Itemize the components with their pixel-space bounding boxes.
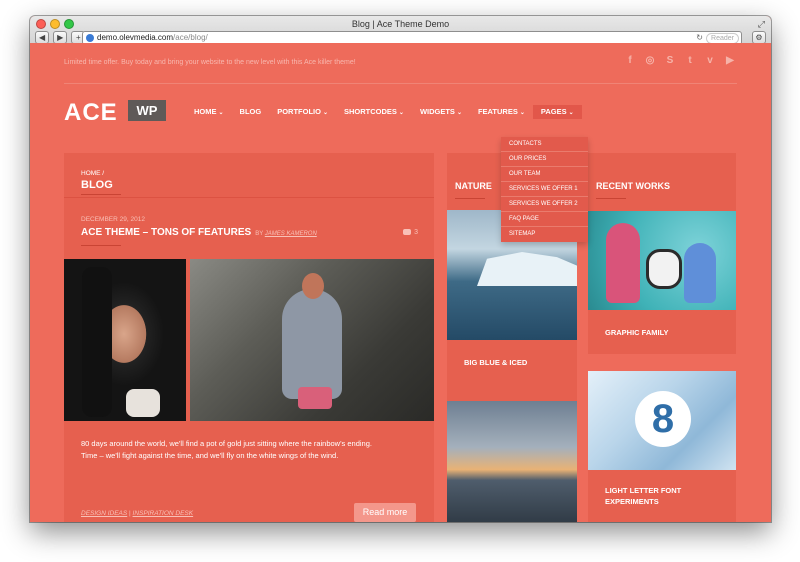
dropdown-item-services-we-offer-1[interactable]: SERVICES WE OFFER 1 xyxy=(501,182,588,197)
nature-caption[interactable]: BIG BLUE & ICED xyxy=(464,358,527,367)
promo-text: Limited time offer. Buy today and bring … xyxy=(64,59,356,66)
breadcrumb[interactable]: HOME / xyxy=(81,170,104,177)
nature-title-underline xyxy=(455,198,485,199)
post-title[interactable]: ACE THEME – TONS OF FEATURES BY JAMES KAM… xyxy=(81,227,317,238)
post-excerpt: 80 days around the world, we'll find a p… xyxy=(81,439,372,460)
dropdown-item-sitemap[interactable]: SITEMAP xyxy=(501,227,588,242)
site-logo[interactable]: ACE xyxy=(64,99,118,127)
page-title: BLOG xyxy=(81,179,113,191)
nature-image-sunset[interactable] xyxy=(447,401,577,522)
post-date: DECEMBER 29, 2012 xyxy=(81,216,145,223)
post-by-label: BY xyxy=(255,231,264,237)
title-underline xyxy=(81,194,121,195)
blog-column: HOME / BLOG DECEMBER 29, 2012 ACE THEME … xyxy=(64,153,434,522)
logo-badge[interactable]: WP xyxy=(128,100,166,121)
window-title: Blog | Ace Theme Demo xyxy=(351,19,450,29)
header-divider xyxy=(64,83,737,84)
recent-work-caption-box: GRAPHIC FAMILY xyxy=(588,310,736,354)
post-author-link[interactable]: JAMES KAMERON xyxy=(265,231,317,237)
nature-title: NATURE xyxy=(455,181,492,191)
menu-item-home[interactable]: HOME ⌄ xyxy=(186,105,232,119)
illustration-boy-shape xyxy=(684,243,716,303)
recent-work-caption-box: LIGHT LETTER FONT EXPERIMENTS xyxy=(588,470,736,522)
menu-item-label: WIDGETS xyxy=(419,107,455,116)
photo-figure-shape xyxy=(282,289,342,399)
dropdown-item-services-we-offer-2[interactable]: SERVICES WE OFFER 2 xyxy=(501,197,588,212)
recent-works-widget: RECENT WORKS GRAPHIC FAMILY 8 LIGHT LETT… xyxy=(588,153,736,522)
post-tags-line-1: DESIGN IDEAS | INSPIRATION DESK xyxy=(81,507,301,520)
menu-item-shortcodes[interactable]: SHORTCODES ⌄ xyxy=(336,105,412,119)
dropdown-item-our-prices[interactable]: OUR PRICES xyxy=(501,152,588,167)
skype-icon[interactable]: S xyxy=(665,55,675,66)
dropdown-item-contacts[interactable]: CONTACTS xyxy=(501,137,588,152)
main-menu: HOME ⌄ BLOG PORTFOLIO ⌄ SHORTCODES ⌄ WIDGETS ⌄ FE… xyxy=(186,105,582,119)
pages-dropdown: CONTACTS OUR PRICES OUR TEAM SERVICES WE OF… xyxy=(501,137,588,242)
social-links: f ◎ St v ▶ xyxy=(625,55,735,66)
title-divider xyxy=(64,197,434,198)
menu-item-label: PAGES xyxy=(540,107,567,116)
browser-window: Blog | Ace Theme Demo ⤢ ◀ ▶ + demo.olevm… xyxy=(30,16,771,522)
photo-head-shape xyxy=(302,273,324,299)
chevron-down-icon: ⌄ xyxy=(568,110,574,116)
twitter-icon[interactable]: t xyxy=(685,55,695,66)
youtube-icon[interactable]: ▶ xyxy=(725,55,735,66)
url-path: /ace/blog/ xyxy=(173,33,208,42)
vimeo-icon[interactable]: v xyxy=(705,55,715,66)
iceberg-shape xyxy=(477,252,577,286)
menu-item-widgets[interactable]: WIDGETS ⌄ xyxy=(412,105,470,119)
post-tags: DESIGN IDEAS | INSPIRATION DESK FIGHTS |… xyxy=(81,507,301,522)
post-title-underline xyxy=(81,245,121,246)
menu-item-label: HOME xyxy=(194,107,217,116)
photo-hair-shape xyxy=(82,267,112,417)
chevron-down-icon: ⌄ xyxy=(398,110,404,116)
menu-item-label: SHORTCODES xyxy=(343,107,397,116)
dropdown-item-our-team[interactable]: OUR TEAM xyxy=(501,167,588,182)
recent-work-caption[interactable]: LIGHT LETTER FONT EXPERIMENTS xyxy=(605,485,725,507)
recent-works-header: RECENT WORKS xyxy=(588,153,736,211)
post-tags-line-2: FIGHTS | IMAGINATION | MODERN | PEOPLE xyxy=(81,520,301,522)
post-byline: BY JAMES KAMERON xyxy=(255,231,317,237)
post-photo-dancer[interactable] xyxy=(190,259,434,421)
menu-item-label: BLOG xyxy=(239,107,262,116)
menu-item-pages[interactable]: PAGES ⌄ xyxy=(532,105,582,119)
post-title-text[interactable]: ACE THEME – TONS OF FEATURES xyxy=(81,227,251,238)
photo-hand-shape xyxy=(126,389,160,417)
illustration-girl-shape xyxy=(606,223,640,303)
illustration-dog-shape xyxy=(646,249,682,289)
recent-work-image-family[interactable] xyxy=(588,211,736,310)
menu-item-features[interactable]: FEATURES ⌄ xyxy=(470,105,533,119)
tag-link[interactable]: DESIGN IDEAS xyxy=(81,510,127,517)
photo-skirt-shape xyxy=(298,387,332,409)
chevron-down-icon: ⌄ xyxy=(519,110,525,116)
recent-work-image-letter[interactable]: 8 xyxy=(588,371,736,470)
menu-item-blog[interactable]: BLOG xyxy=(232,105,270,119)
comment-icon xyxy=(403,229,412,236)
chevron-down-icon: ⌄ xyxy=(322,110,328,116)
fullscreen-icon[interactable]: ⤢ xyxy=(758,19,765,30)
read-more-button[interactable]: Read more xyxy=(354,503,416,522)
comment-count-value: 3 xyxy=(414,229,418,236)
post-photo-woman[interactable] xyxy=(64,259,186,421)
menu-item-label: FEATURES xyxy=(477,107,518,116)
recent-work-caption[interactable]: GRAPHIC FAMILY xyxy=(605,327,725,338)
tag-link[interactable]: INSPIRATION DESK xyxy=(133,510,194,517)
dropdown-item-faq-page[interactable]: FAQ PAGE xyxy=(501,212,588,227)
dribbble-icon[interactable]: ◎ xyxy=(645,55,655,66)
letter-glyph: 8 xyxy=(651,397,675,441)
menu-item-portfolio[interactable]: PORTFOLIO ⌄ xyxy=(269,105,336,119)
chevron-down-icon: ⌄ xyxy=(218,110,224,116)
menu-item-label: PORTFOLIO xyxy=(277,107,321,116)
comment-count[interactable]: 3 xyxy=(403,229,418,236)
facebook-icon[interactable]: f xyxy=(625,55,635,66)
recent-works-title: RECENT WORKS xyxy=(596,181,670,191)
recent-works-underline xyxy=(596,198,626,199)
web-page: Limited time offer. Buy today and bring … xyxy=(30,43,771,522)
globe-icon xyxy=(86,34,94,42)
url-host: demo.olevmedia.com xyxy=(97,33,174,42)
chevron-down-icon: ⌄ xyxy=(456,110,462,116)
